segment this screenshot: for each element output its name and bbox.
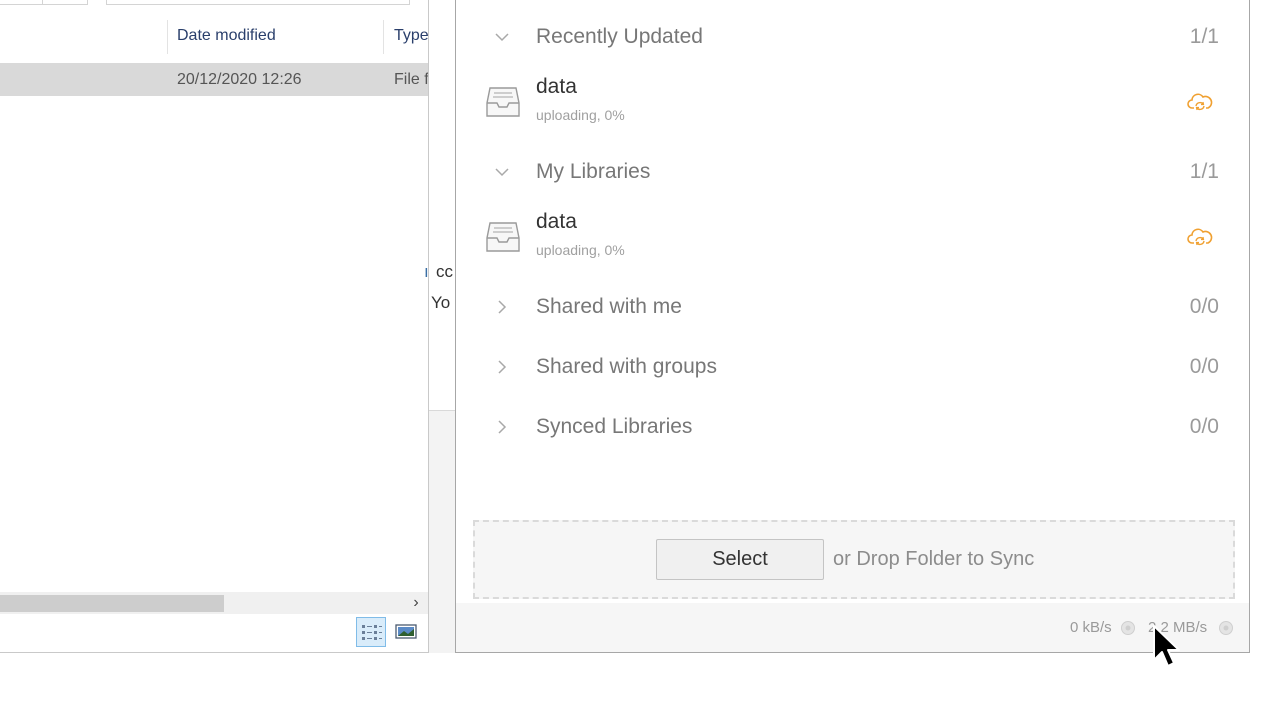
chevron-right-icon <box>498 300 507 314</box>
column-separator[interactable] <box>167 20 168 54</box>
section-title: My Libraries <box>536 160 651 183</box>
section-count: 0/0 <box>1189 415 1219 438</box>
section-shared-with-groups[interactable]: Shared with groups 0/0 <box>456 349 1249 385</box>
section-count: 0/0 <box>1189 355 1219 378</box>
explorer-toolbar-edge <box>0 0 428 6</box>
status-footer: 0 kB/s 2.2 MB/s <box>456 603 1249 652</box>
scroll-right-arrow-icon[interactable]: › <box>406 592 426 614</box>
chevron-right-icon <box>498 360 507 374</box>
file-explorer-window: Date modified Type 20/12/2020 12:26 File… <box>0 0 429 653</box>
drop-folder-zone[interactable]: Select or Drop Folder to Sync <box>473 520 1235 599</box>
background-dialog-footer-edge <box>429 411 456 653</box>
repo-item[interactable]: data uploading, 0% <box>456 73 1249 133</box>
section-count: 1/1 <box>1189 160 1219 183</box>
file-date-modified: 20/12/2020 12:26 <box>177 71 302 88</box>
repo-item[interactable]: data uploading, 0% <box>456 208 1249 268</box>
column-header-type[interactable]: Type <box>394 18 428 54</box>
file-row-selected[interactable]: 20/12/2020 12:26 File f <box>0 63 428 96</box>
large-icons-view-icon <box>395 624 417 639</box>
details-view-icon <box>362 625 382 640</box>
section-title: Shared with groups <box>536 355 717 378</box>
section-recently-updated[interactable]: Recently Updated 1/1 <box>456 19 1249 55</box>
download-rate-icon <box>1121 621 1135 635</box>
chevron-right-icon <box>498 420 507 434</box>
repo-status: uploading, 0% <box>536 242 625 258</box>
section-count: 0/0 <box>1189 295 1219 318</box>
large-icons-view-button[interactable] <box>392 617 422 647</box>
cloud-sync-icon <box>1187 228 1213 246</box>
drop-folder-hint: or Drop Folder to Sync <box>833 548 1035 570</box>
address-bar-edge[interactable] <box>106 0 410 5</box>
horizontal-scrollbar[interactable]: › <box>0 592 428 614</box>
library-icon <box>486 87 520 117</box>
column-separator[interactable] <box>383 20 384 54</box>
file-type: File f <box>394 71 429 88</box>
peek-text-fragment: Yo <box>431 293 451 312</box>
peek-text-fragment: ı <box>424 262 429 281</box>
repo-status: uploading, 0% <box>536 107 625 123</box>
select-folder-button[interactable]: Select <box>656 539 824 580</box>
cloud-sync-icon <box>1187 93 1213 111</box>
section-synced-libraries[interactable]: Synced Libraries 0/0 <box>456 409 1249 445</box>
column-header-date-modified[interactable]: Date modified <box>177 18 276 54</box>
repo-name: data <box>536 75 577 98</box>
scrollbar-thumb[interactable] <box>0 595 224 612</box>
section-my-libraries[interactable]: My Libraries 1/1 <box>456 154 1249 190</box>
section-title: Recently Updated <box>536 25 703 48</box>
background-dialog-edge <box>429 0 456 411</box>
section-shared-with-me[interactable]: Shared with me 0/0 <box>456 289 1249 325</box>
section-count: 1/1 <box>1189 25 1219 48</box>
nav-button-edge[interactable] <box>0 0 43 5</box>
library-icon <box>486 222 520 252</box>
repo-name: data <box>536 210 577 233</box>
section-title: Synced Libraries <box>536 415 693 438</box>
chevron-down-icon <box>495 168 509 177</box>
details-view-button[interactable] <box>356 617 386 647</box>
download-rate: 0 kB/s <box>1070 619 1112 636</box>
upload-rate-icon <box>1219 621 1233 635</box>
nav-button-edge[interactable] <box>43 0 88 5</box>
peek-text-fragment: cc <box>436 262 453 281</box>
chevron-down-icon <box>495 33 509 42</box>
section-title: Shared with me <box>536 295 682 318</box>
desktop: Date modified Type 20/12/2020 12:26 File… <box>0 0 1280 720</box>
mouse-pointer-icon <box>1153 625 1180 667</box>
seafile-client-window: Recently Updated 1/1 data uploading, 0% … <box>455 0 1250 653</box>
